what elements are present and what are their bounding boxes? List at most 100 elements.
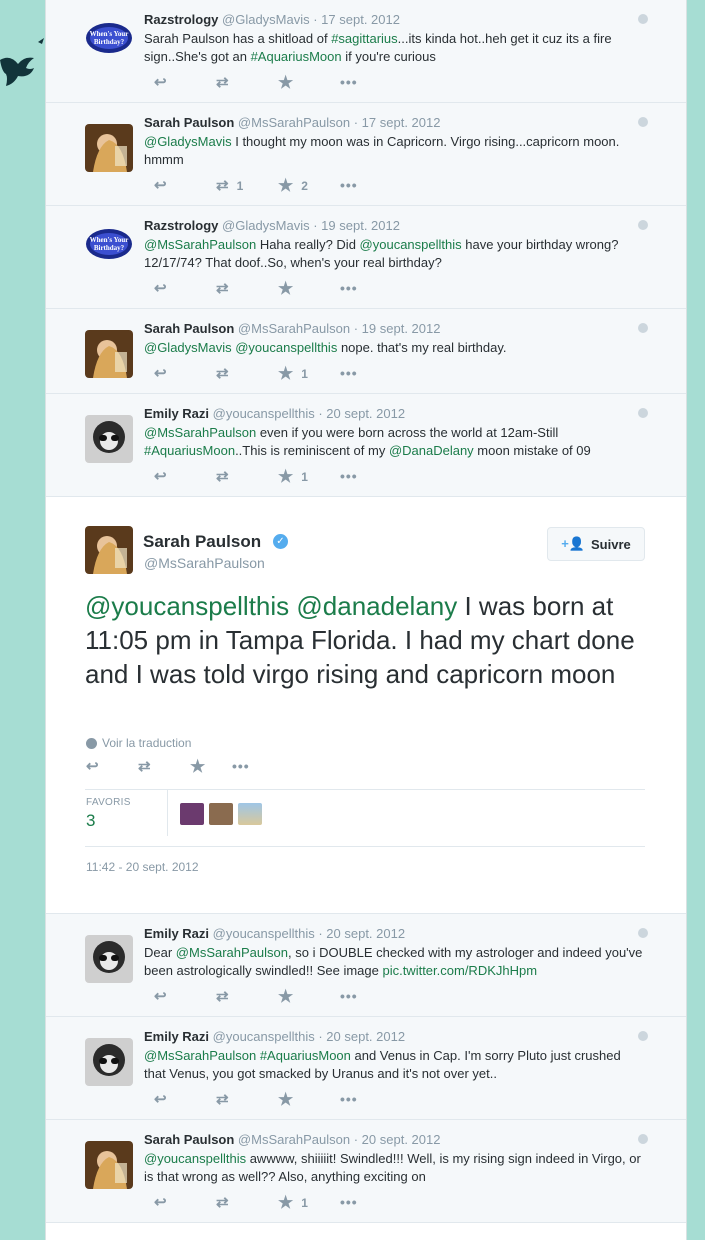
avatar[interactable] [85,1141,133,1189]
reply-action[interactable]: ↩ [146,989,208,1004]
tweet-link[interactable]: @youcanspellthis [360,237,462,252]
retweet-action[interactable]: ⇄ [208,1092,270,1107]
expand-icon[interactable] [638,1134,648,1144]
author-handle[interactable]: @youcanspellthis [209,406,315,421]
expand-icon[interactable] [638,323,648,333]
favorite-icon[interactable]: ★ [278,1194,293,1211]
reply-icon[interactable]: ↩ [154,1195,167,1210]
tweet-link[interactable]: #AquariusMoon [144,443,235,458]
reply-action[interactable]: ↩ [146,281,208,296]
retweet-icon[interactable]: ⇄ [216,281,229,296]
tweet-date[interactable]: · 17 sept. 2012 [350,115,441,130]
expand-icon[interactable] [638,14,648,24]
favorite-action[interactable]: ★ 1 [270,1194,332,1211]
reply-icon[interactable]: ↩ [154,178,167,193]
reply-action[interactable]: ↩ [146,469,208,484]
tweet[interactable]: Emily Razi @youcanspellthis · 20 sept. 2… [46,1017,686,1120]
retweet-action[interactable]: ⇄ [208,1195,270,1210]
tweet[interactable]: When's Your Birthday? Razstrology @GladysM… [46,0,686,103]
reply-action[interactable]: ↩ [146,1195,208,1210]
tweet-date[interactable]: · 19 sept. 2012 [310,218,400,233]
more-action[interactable]: ••• [332,469,394,484]
favorite-action[interactable]: ★ [270,74,332,91]
favorites-count[interactable]: 3 [86,811,95,831]
tweet[interactable]: Emily Razi @youcanspellthis · 20 sept. 2… [46,394,686,497]
retweet-icon[interactable]: ⇄ [216,469,229,484]
more-icon[interactable]: ••• [232,759,250,774]
tweet-date[interactable]: · 20 sept. 2012 [315,926,405,941]
more-action[interactable]: ••• [332,989,394,1004]
favoriter-avatar[interactable] [180,803,204,825]
retweet-icon[interactable]: ⇄ [216,178,229,193]
favorite-icon[interactable]: ★ [278,988,293,1005]
author-name[interactable]: Sarah Paulson [144,321,234,336]
favorite-icon[interactable]: ★ [278,280,293,297]
retweet-icon[interactable]: ⇄ [216,989,229,1004]
tweet-date[interactable]: · 20 sept. 2012 [350,1132,441,1147]
author-handle[interactable]: @GladysMavis [218,218,310,233]
expand-icon[interactable] [638,928,648,938]
favorite-action[interactable]: ★ 2 [270,177,332,194]
retweet-icon[interactable]: ⇄ [216,366,229,381]
more-icon[interactable]: ••• [340,366,358,381]
tweet-link[interactable]: @GladysMavis [144,134,232,149]
tweet-link[interactable]: #sagittarius [331,31,397,46]
reply-icon[interactable]: ↩ [86,759,99,774]
favorite-icon[interactable]: ★ [278,1091,293,1108]
reply-icon[interactable]: ↩ [154,1092,167,1107]
more-icon[interactable]: ••• [340,469,358,484]
more-icon[interactable]: ••• [340,281,358,296]
more-icon[interactable]: ••• [340,178,358,193]
avatar[interactable] [85,1038,133,1086]
retweet-icon[interactable]: ⇄ [216,75,229,90]
retweet-icon[interactable]: ⇄ [216,1092,229,1107]
reply-icon[interactable]: ↩ [154,989,167,1004]
favorite-action[interactable]: ★ [270,988,332,1005]
author-name[interactable]: Razstrology [144,12,218,27]
reply-icon[interactable]: ↩ [154,281,167,296]
favorite-icon[interactable]: ★ [278,74,293,91]
avatar[interactable] [85,935,133,983]
author-name[interactable]: Razstrology [144,218,218,233]
avatar[interactable] [85,415,133,463]
retweet-action[interactable]: ⇄ [208,366,270,381]
author-name[interactable]: Emily Razi [144,926,209,941]
author-name[interactable]: Emily Razi [144,1029,209,1044]
author-handle[interactable]: @MsSarahPaulson [234,1132,350,1147]
tweet-link[interactable]: @MsSarahPaulson [144,1048,256,1063]
reply-action[interactable]: ↩ [146,178,208,193]
avatar[interactable]: When's Your Birthday? [85,21,133,55]
expand-icon[interactable] [638,117,648,127]
reply-icon[interactable]: ↩ [154,75,167,90]
reply-action[interactable]: ↩ [146,75,208,90]
translate-link[interactable]: Voir la traduction [86,736,191,750]
more-action[interactable]: ••• [332,366,394,381]
reply-icon[interactable]: ↩ [154,366,167,381]
author-handle[interactable]: @GladysMavis [218,12,310,27]
favorite-icon[interactable]: ★ [278,468,293,485]
tweet-link[interactable]: @DanaDelany [389,443,474,458]
more-icon[interactable]: ••• [340,75,358,90]
more-action[interactable]: ••• [332,1195,394,1210]
tweet-date[interactable]: · 17 sept. 2012 [310,12,400,27]
reply-icon[interactable]: ↩ [154,469,167,484]
favorite-icon[interactable]: ★ [278,177,293,194]
tweet[interactable]: When's Your Birthday? Razstrology @GladysM… [46,206,686,309]
tweet-link[interactable]: pic.twitter.com/RDKJhHpm [382,963,537,978]
tweet-link[interactable]: @MsSarahPaulson [144,425,256,440]
tweet[interactable]: Sarah Paulson @MsSarahPaulson · 19 sept.… [46,309,686,394]
more-icon[interactable]: ••• [340,989,358,1004]
more-action[interactable]: ••• [332,75,394,90]
favorite-action[interactable]: ★ [270,280,332,297]
more-action[interactable]: ••• [332,281,394,296]
tweet-link[interactable]: @GladysMavis [144,340,232,355]
favorite-action[interactable]: ★ [270,1091,332,1108]
retweet-action[interactable]: ⇄ [208,75,270,90]
tweet-link[interactable]: #AquariusMoon [251,49,342,64]
tweet-link[interactable]: @youcanspellthis [85,591,289,621]
author-name[interactable]: Sarah Paulson [144,1132,234,1147]
reply-action[interactable]: ↩ [146,366,208,381]
author-name[interactable]: Sarah Paulson [143,532,261,552]
tweet-date[interactable]: · 20 sept. 2012 [315,1029,405,1044]
author-handle[interactable]: @youcanspellthis [209,926,315,941]
